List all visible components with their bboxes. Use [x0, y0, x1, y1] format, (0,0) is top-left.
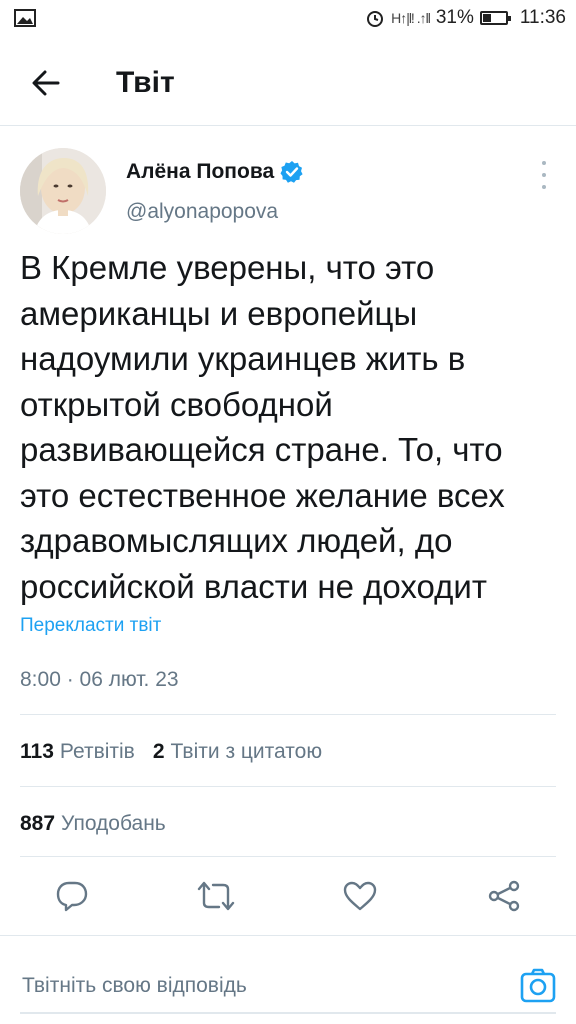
reply-icon — [56, 881, 88, 912]
retweet-icon — [197, 881, 235, 911]
divider — [20, 786, 556, 787]
like-button[interactable] — [340, 876, 380, 916]
divider — [20, 856, 556, 857]
arrow-left-icon — [32, 70, 60, 95]
quotes-label: Твіти з цитатою — [170, 740, 323, 763]
likes-stat[interactable]: 887 Уподобань — [20, 812, 166, 836]
retweets-count: 113 — [20, 740, 54, 763]
quotes-stat[interactable]: 2 Твіти з цитатою — [153, 740, 322, 764]
battery-icon — [479, 11, 511, 25]
alarm-icon — [367, 11, 384, 27]
likes-label: Уподобань — [61, 812, 166, 835]
back-button[interactable] — [16, 53, 76, 113]
battery-percent: 31% — [435, 7, 474, 28]
share-icon — [488, 880, 520, 912]
author-row: Алёна Попова @alyonapopova — [0, 127, 576, 234]
status-bar: H↑|l! .↑ll 31% 11:36 — [0, 0, 576, 36]
likes-count: 887 — [20, 812, 56, 835]
quotes-count: 2 — [152, 740, 165, 763]
stats-likes-row: 887 Уподобань — [20, 812, 166, 836]
status-right: H↑|l! .↑ll 31% 11:36 — [365, 7, 566, 29]
stats-retweets-row: 113 Ретвітів 2 Твіти з цитатою — [20, 740, 322, 764]
retweets-stat[interactable]: 113 Ретвітів — [20, 740, 135, 764]
tweet-text: В Кремле уверены, что это американцы и е… — [20, 249, 505, 605]
status-left — [14, 9, 36, 27]
divider — [20, 714, 556, 715]
more-options-icon[interactable] — [532, 161, 556, 189]
author-name[interactable]: Алёна Попова — [126, 160, 304, 184]
author-handle[interactable]: @alyonapopova — [126, 200, 278, 224]
author-name-text: Алёна Попова — [126, 160, 275, 183]
verified-badge-icon — [280, 161, 303, 183]
camera-icon — [520, 968, 556, 1003]
like-icon — [343, 881, 377, 911]
reply-input-underline — [20, 1012, 556, 1014]
signal-icon: H↑|l! .↑ll — [391, 10, 431, 26]
reply-bar: Твітніть свою відповідь — [0, 935, 576, 1024]
reply-button[interactable] — [52, 876, 92, 916]
page-title: Твіт — [116, 65, 175, 99]
app-header: Твіт — [0, 40, 576, 126]
share-button[interactable] — [484, 876, 524, 916]
camera-button[interactable] — [520, 968, 556, 1004]
avatar[interactable] — [20, 148, 106, 234]
gallery-icon — [14, 9, 36, 27]
timestamp: 8:00 · 06 лют. 23 — [20, 668, 179, 691]
action-bar — [0, 866, 576, 926]
status-time: 11:36 — [519, 7, 566, 28]
retweet-button[interactable] — [196, 876, 236, 916]
retweets-label: Ретвітів — [59, 740, 135, 763]
translate-link[interactable]: Перекласти твіт — [20, 615, 161, 637]
tweet: Алёна Попова @alyonapopova В Кремле увер… — [0, 127, 576, 691]
avatar-image — [20, 148, 106, 234]
reply-input[interactable]: Твітніть свою відповідь — [22, 974, 247, 998]
